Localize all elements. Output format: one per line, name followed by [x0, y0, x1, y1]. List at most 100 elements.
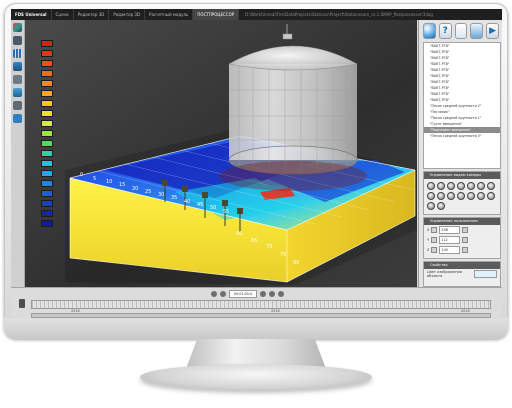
color-scale-swatch: [41, 40, 53, 47]
axis-tick-10: 50: [210, 205, 216, 211]
tab-calculation[interactable]: Расчетный модуль: [145, 9, 194, 20]
camera-control-header: Управление видом камеры: [424, 172, 500, 179]
properties-header: Свойства: [424, 262, 500, 269]
color-scale-swatch: [41, 70, 53, 77]
axis-tick-2: 10: [106, 179, 112, 185]
axis-tick-5: 25: [145, 189, 151, 195]
document-icon[interactable]: [454, 23, 468, 39]
camera-pan-icon[interactable]: [467, 192, 475, 200]
color-scale-swatch: [41, 110, 53, 117]
layer-list[interactable]: "ВАКТ-РГВ" "ВАКТ-РГВ" "ВАКТ-РГВ" "ВАКТ-РГВ"…: [423, 42, 501, 169]
decrement-button[interactable]: [431, 247, 438, 253]
help-icon[interactable]: ?: [438, 23, 452, 39]
increment-button[interactable]: [462, 247, 469, 253]
position-row-z: Z 140: [424, 245, 500, 255]
image-icon[interactable]: [470, 23, 484, 39]
increment-button[interactable]: [462, 227, 469, 233]
monitor-chin: [4, 318, 508, 339]
field-label-z: Z: [427, 248, 430, 252]
camera-rotate-icon[interactable]: [467, 182, 475, 190]
3d-viewport[interactable]: 0 5 10 15 20 25 30 35 40 45 50 55 60 65 …: [25, 20, 417, 287]
camera-zoom-icon[interactable]: [437, 202, 445, 210]
tab-postprocessor[interactable]: ПОСТПРОЦЕССОР: [193, 9, 240, 20]
scene-canvas: 0 5 10 15 20 25 30 35 40 45 50 55 60 65 …: [25, 20, 417, 287]
color-scale-swatch: [41, 210, 53, 217]
camera-zoom-icon[interactable]: [427, 202, 435, 210]
position-control-section: Управление положением X 206 Y 112 Z 140: [423, 217, 501, 259]
color-scale-swatch: [41, 100, 53, 107]
application-window: FDS Universal Сцена Редактор 3D Редактор…: [11, 9, 502, 319]
axis-tick-6: 30: [158, 192, 164, 198]
color-scale-swatch: [41, 180, 53, 187]
tab-scene[interactable]: Сцена: [52, 9, 74, 20]
camera-rotate-icon[interactable]: [447, 182, 455, 190]
field-label-y: Y: [427, 238, 430, 242]
rewind-icon[interactable]: [211, 291, 217, 297]
camera-pan-icon[interactable]: [427, 192, 435, 200]
timeline-bar: 00:01:00:0 2016 2016 2016: [11, 287, 502, 319]
camera-rotate-icon[interactable]: [487, 182, 495, 190]
layer-list-item[interactable]: "Песок средней крупности 3": [424, 133, 500, 139]
axis-tick-11: 55: [223, 209, 229, 215]
camera-rotate-icon[interactable]: [477, 182, 485, 190]
axis-tick-0: 0: [80, 172, 83, 178]
camera-icon[interactable]: [13, 88, 22, 97]
camera-rotate-icon[interactable]: [457, 182, 465, 190]
increment-button[interactable]: [462, 237, 469, 243]
property-label: Цвет изображения объекта: [427, 270, 462, 278]
color-scale-swatch: [41, 50, 53, 57]
grid-icon[interactable]: [13, 49, 22, 58]
camera-rotate-icon[interactable]: [437, 182, 445, 190]
property-value-field[interactable]: [474, 270, 497, 278]
position-field-z[interactable]: 140: [439, 246, 461, 254]
play-icon[interactable]: [269, 291, 275, 297]
position-field-y[interactable]: 112: [439, 236, 461, 244]
axis-tick-14: 70: [266, 244, 272, 250]
camera-pan-icon[interactable]: [487, 192, 495, 200]
axis-tick-12: 60: [236, 231, 242, 237]
info-icon[interactable]: [13, 114, 22, 123]
axis-tick-1: 5: [93, 176, 96, 182]
camera-pan-icon[interactable]: [457, 192, 465, 200]
timeline-handle[interactable]: [19, 299, 25, 308]
color-scale-swatch: [41, 160, 53, 167]
axis-tick-16: 80: [293, 260, 299, 266]
decrement-button[interactable]: [431, 227, 438, 233]
decrement-button[interactable]: [431, 237, 438, 243]
camera-pan-icon[interactable]: [437, 192, 445, 200]
tab-editor-3d-1[interactable]: Редактор 3D: [74, 9, 110, 20]
timeline-track[interactable]: [31, 300, 491, 309]
position-field-x[interactable]: 206: [439, 226, 461, 234]
wrench-icon[interactable]: [13, 36, 22, 45]
measure-icon[interactable]: [13, 75, 22, 84]
settings-icon[interactable]: [13, 101, 22, 110]
axis-tick-4: 20: [132, 186, 138, 192]
play-icon[interactable]: ▶: [486, 23, 499, 39]
horizontal-scrollbar[interactable]: [31, 313, 491, 318]
fast-forward-icon[interactable]: [278, 291, 284, 297]
tab-editor-3d-2[interactable]: Редактор 3D: [109, 9, 146, 20]
camera-pan-icon[interactable]: [447, 192, 455, 200]
playback-controls: 00:01:00:0: [211, 290, 284, 298]
color-scale-swatch: [41, 220, 53, 227]
camera-pan-icon[interactable]: [477, 192, 485, 200]
step-back-icon[interactable]: [220, 291, 226, 297]
color-scale: [41, 40, 53, 230]
axis-tick-8: 40: [184, 199, 190, 205]
color-scale-swatch: [41, 170, 53, 177]
axis-tick-3: 15: [119, 182, 125, 188]
layers-icon[interactable]: [13, 62, 22, 71]
window-path: D:\Work\Unreal\Fire\DataProjects\Station…: [245, 12, 433, 17]
property-row: Цвет изображения объекта: [424, 269, 500, 279]
tab-bar: FDS Universal Сцена Редактор 3D Редактор…: [11, 9, 502, 20]
color-scale-icon[interactable]: [423, 23, 436, 39]
palette-icon[interactable]: [13, 23, 22, 32]
step-forward-icon[interactable]: [260, 291, 266, 297]
position-row-x: X 206: [424, 225, 500, 235]
camera-rotate-icon[interactable]: [427, 182, 435, 190]
left-toolbar: [11, 20, 25, 290]
tab-fds-universal[interactable]: FDS Universal: [11, 9, 52, 20]
time-input[interactable]: 00:01:00:0: [229, 290, 257, 298]
field-label-x: X: [427, 228, 430, 232]
color-scale-swatch: [41, 200, 53, 207]
